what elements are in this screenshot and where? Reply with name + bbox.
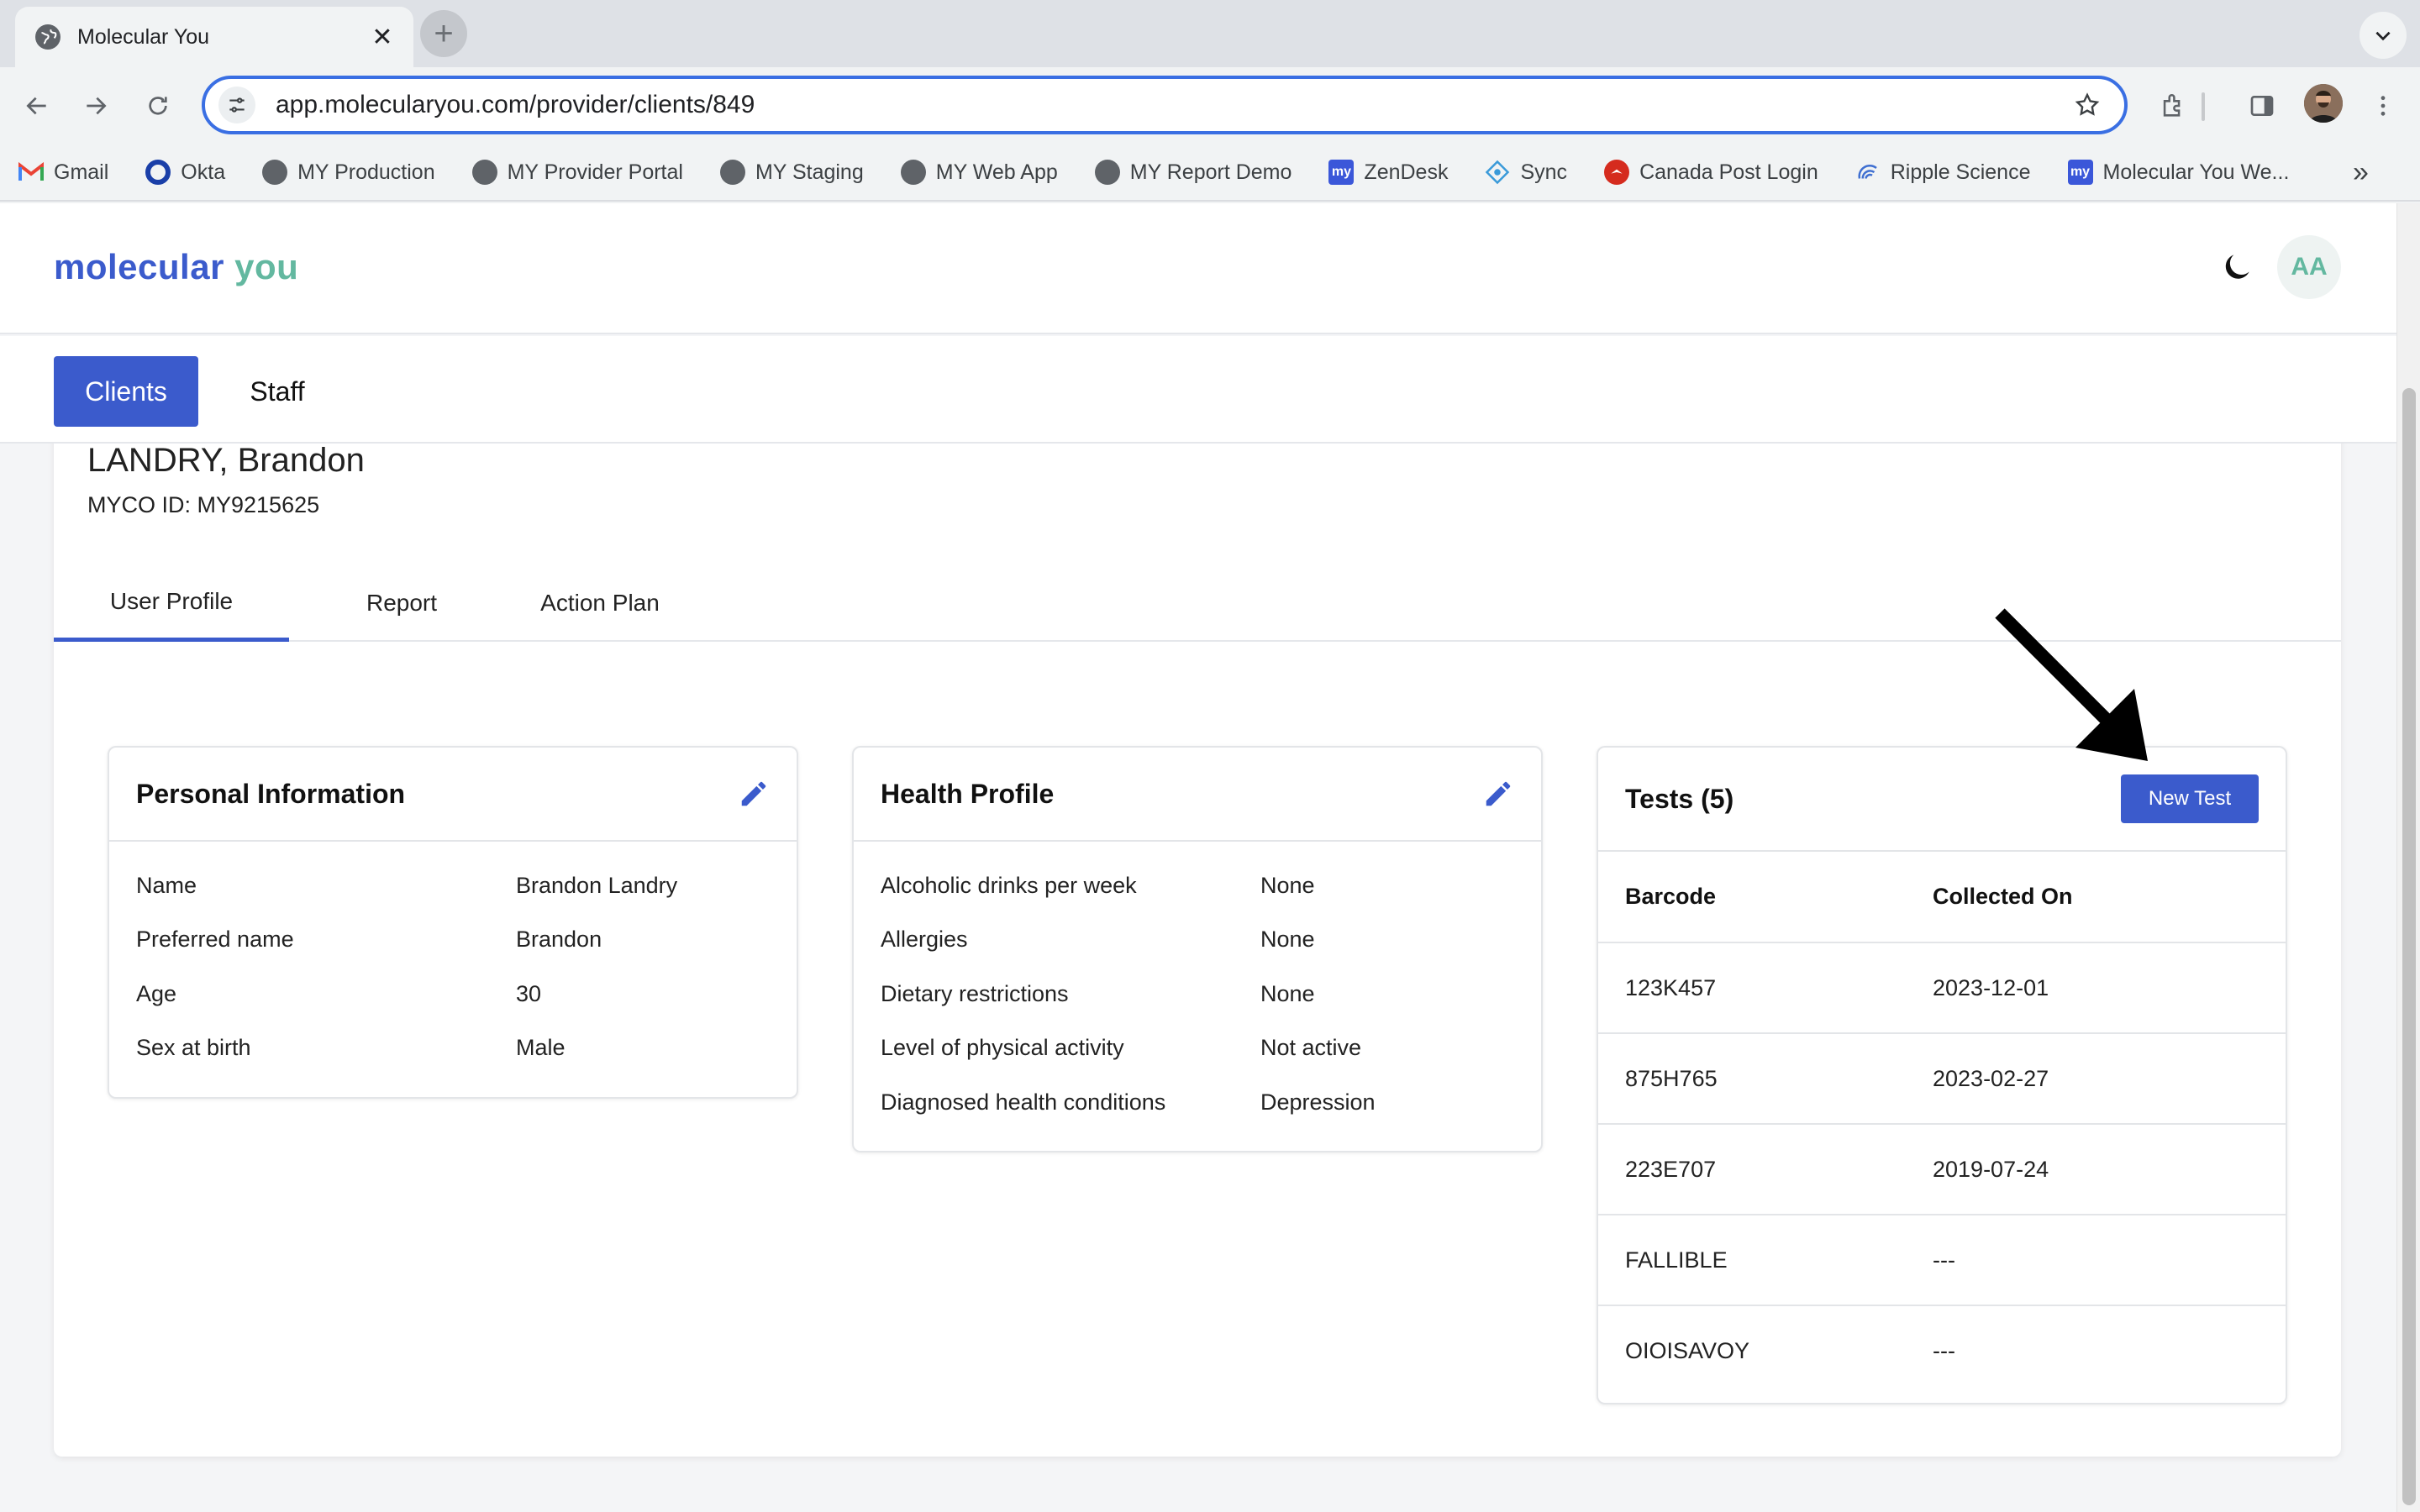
bookmark-molecular-you-web[interactable]: my Molecular You We... <box>2067 160 2289 185</box>
okta-icon <box>145 160 171 185</box>
my-square-icon: my <box>2067 160 2093 185</box>
edit-pencil-icon[interactable] <box>738 778 770 810</box>
tests-table: Barcode Collected On 123K457 2023-12-01 … <box>1598 852 2286 1396</box>
bookmark-sync[interactable]: Sync <box>1485 160 1567 185</box>
bookmark-okta[interactable]: Okta <box>145 160 225 185</box>
bookmark-gmail[interactable]: Gmail <box>18 160 108 185</box>
tab-report[interactable]: Report <box>336 564 467 642</box>
reload-icon[interactable] <box>138 86 178 126</box>
page-viewport: molecular you AA Clients Staff LANDRY, B… <box>0 203 2396 1512</box>
column-barcode: Barcode <box>1598 852 1933 943</box>
tab-user-profile[interactable]: User Profile <box>54 564 289 642</box>
browser-toolbar: app.molecularyou.com/provider/clients/84… <box>0 67 2420 144</box>
canada-post-icon <box>1604 160 1630 185</box>
bookmark-my-report-demo[interactable]: MY Report Demo <box>1094 160 1292 185</box>
tests-title: Tests (5) <box>1625 783 1734 814</box>
browser-menu-icon[interactable] <box>2363 86 2403 126</box>
tab-action-plan[interactable]: Action Plan <box>516 564 684 642</box>
side-panel-icon[interactable] <box>2242 86 2282 126</box>
table-row[interactable]: FALLIBLE --- <box>1598 1215 2286 1306</box>
health-profile-card: Health Profile Alcoholic drinks per week… <box>852 746 1543 1152</box>
info-row-name: Name Brandon Landry <box>136 872 678 898</box>
bookmark-ripple-science[interactable]: Ripple Science <box>1855 160 2031 185</box>
health-profile-title: Health Profile <box>881 778 1055 809</box>
bookmark-my-web-app[interactable]: MY Web App <box>900 160 1058 185</box>
tab-close-icon[interactable]: ✕ <box>368 23 397 52</box>
annotation-arrow-icon <box>1995 608 2148 761</box>
globe-icon <box>35 24 60 50</box>
ripple-icon <box>1855 160 1881 185</box>
tests-card: Tests (5) New Test Barcode Collected On … <box>1597 746 2287 1404</box>
page-scrollbar[interactable] <box>2396 203 2420 1512</box>
globe-icon <box>719 160 745 185</box>
new-test-button[interactable]: New Test <box>2121 774 2259 823</box>
sync-icon <box>1485 160 1510 185</box>
browser-tabstrip: Molecular You ✕ + <box>0 0 2420 67</box>
nav-clients-button[interactable]: Clients <box>54 356 198 427</box>
globe-icon <box>262 160 288 185</box>
tests-header: Tests (5) New Test <box>1598 748 2286 852</box>
health-row-conditions: Diagnosed health conditions Depression <box>881 1089 1376 1115</box>
app-logo[interactable]: molecular you <box>54 247 298 287</box>
bookmark-zendesk[interactable]: my ZenDesk <box>1328 160 1448 185</box>
toolbar-divider <box>2202 92 2205 121</box>
my-square-icon: my <box>1328 160 1355 185</box>
bookmarks-overflow-icon[interactable]: » <box>2353 156 2369 189</box>
personal-information-card: Personal Information Name Brandon Landry … <box>108 746 798 1099</box>
bookmark-my-staging[interactable]: MY Staging <box>719 160 864 185</box>
globe-icon <box>471 160 497 185</box>
nav-staff-button[interactable]: Staff <box>227 356 328 427</box>
extensions-icon[interactable] <box>2153 86 2193 126</box>
globe-icon <box>900 160 926 185</box>
health-row-allergies: Allergies None <box>881 927 1315 953</box>
info-row-preferred-name: Preferred name Brandon <box>136 927 602 953</box>
bookmark-canada-post[interactable]: Canada Post Login <box>1604 160 1818 185</box>
globe-icon <box>1094 160 1120 185</box>
bookmark-my-provider-portal[interactable]: MY Provider Portal <box>471 160 683 185</box>
user-avatar[interactable]: AA <box>2277 235 2341 299</box>
personal-information-title: Personal Information <box>136 778 406 809</box>
info-row-age: Age 30 <box>136 980 542 1006</box>
address-bar[interactable]: app.molecularyou.com/provider/clients/84… <box>202 76 2128 134</box>
browser-tab[interactable]: Molecular You ✕ <box>15 7 413 67</box>
main-nav: Clients Staff <box>0 336 2396 444</box>
tab-search-icon[interactable] <box>2360 12 2407 59</box>
column-collected-on: Collected On <box>1933 852 2286 943</box>
gmail-icon <box>18 160 44 185</box>
client-myco-id: MYCO ID: MY9215625 <box>87 492 320 517</box>
table-row[interactable]: 875H765 2023-02-27 <box>1598 1033 2286 1125</box>
forward-icon[interactable] <box>76 86 116 126</box>
bookmark-my-production[interactable]: MY Production <box>262 160 435 185</box>
table-row[interactable]: OIOISAVOY --- <box>1598 1305 2286 1396</box>
info-row-sex-at-birth: Sex at birth Male <box>136 1035 566 1061</box>
bookmark-star-icon[interactable] <box>2070 88 2104 122</box>
tests-table-header: Barcode Collected On <box>1598 852 2286 943</box>
new-tab-icon[interactable]: + <box>420 10 467 57</box>
profile-avatar[interactable] <box>2304 84 2343 123</box>
edit-pencil-icon[interactable] <box>1482 778 1514 810</box>
scrollbar-thumb[interactable] <box>2402 388 2416 1505</box>
url-text[interactable]: app.molecularyou.com/provider/clients/84… <box>276 91 2070 119</box>
personal-information-header: Personal Information <box>109 748 797 842</box>
dark-mode-moon-icon[interactable] <box>2218 249 2255 286</box>
health-profile-header: Health Profile <box>854 748 1541 842</box>
client-name: LANDRY, Brandon <box>87 442 365 479</box>
table-row[interactable]: 123K457 2023-12-01 <box>1598 942 2286 1034</box>
table-row[interactable]: 223E707 2019-07-24 <box>1598 1124 2286 1215</box>
back-icon[interactable] <box>17 86 57 126</box>
tab-title: Molecular You <box>77 24 210 49</box>
app-header: molecular you AA <box>0 203 2396 334</box>
bookmarks-bar: Gmail Okta MY Production MY Provider Por… <box>0 144 2420 202</box>
health-row-alcohol: Alcoholic drinks per week None <box>881 872 1315 898</box>
site-settings-icon[interactable] <box>218 87 255 123</box>
health-row-dietary: Dietary restrictions None <box>881 980 1315 1006</box>
health-row-activity: Level of physical activity Not active <box>881 1035 1362 1061</box>
